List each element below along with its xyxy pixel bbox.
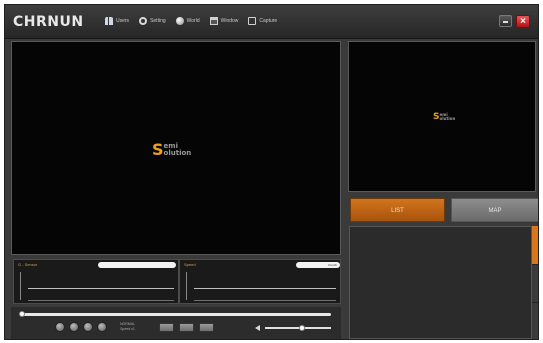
side-tab-2[interactable] xyxy=(532,264,538,302)
brand-line-2: olution xyxy=(163,149,192,157)
window-icon xyxy=(209,17,218,25)
g-sensor-label: G - Sensor xyxy=(18,262,38,267)
speed-line xyxy=(194,288,336,289)
progress-bar[interactable] xyxy=(19,311,331,317)
progress-knob[interactable] xyxy=(19,311,25,317)
application-window: CHRNUN Users Setting World Window Captur… xyxy=(4,4,539,340)
nav-world-label: World xyxy=(186,18,200,24)
nav-users[interactable]: Users xyxy=(105,17,129,25)
speed-indicator: NORMAL Speed x1 xyxy=(120,322,135,332)
speed-value-field: 0 km/h xyxy=(296,262,340,268)
nav-window[interactable]: Window xyxy=(209,17,239,25)
speed-line-2: Speed x1 xyxy=(120,327,135,331)
nav-setting-label: Setting xyxy=(150,18,166,24)
side-video-view[interactable]: S emi olution xyxy=(348,41,536,192)
side-tab-strip xyxy=(532,226,538,339)
brand-letter: S xyxy=(152,140,164,159)
side-brand-words: emi olution xyxy=(439,113,455,121)
nav-window-label: Window xyxy=(220,18,239,24)
side-tab-1[interactable] xyxy=(532,226,538,264)
nav-capture[interactable]: Capture xyxy=(248,17,277,25)
page-icon xyxy=(248,17,257,25)
nav-world[interactable]: World xyxy=(175,17,200,25)
view-mode-2-button[interactable] xyxy=(179,323,194,332)
pause-button[interactable] xyxy=(83,322,93,332)
window-controls: × xyxy=(499,15,530,28)
nav-capture-label: Capture xyxy=(259,18,278,24)
main-video-view[interactable]: S emi olution xyxy=(11,41,341,255)
volume-slider[interactable] xyxy=(265,325,331,331)
side-tab-3[interactable] xyxy=(532,302,538,339)
brand-logo: S emi olution xyxy=(152,140,191,159)
forward-button[interactable] xyxy=(97,322,107,332)
map-button[interactable]: MAP xyxy=(451,198,538,222)
view-mode-1-button[interactable] xyxy=(159,323,174,332)
g-sensor-axis xyxy=(20,272,21,300)
g-sensor-value-field xyxy=(98,262,176,268)
speed-graph: Speed 0 km/h xyxy=(179,259,341,304)
g-sensor-baseline xyxy=(28,300,174,301)
g-sensor-line xyxy=(28,288,174,289)
gear-icon xyxy=(139,17,148,25)
globe-icon xyxy=(175,17,184,25)
nav-users-label: Users xyxy=(116,18,130,24)
volume-knob[interactable] xyxy=(299,325,305,331)
list-button[interactable]: LIST xyxy=(350,198,445,222)
title-bar: CHRNUN Users Setting World Window Captur… xyxy=(5,5,538,39)
nav-setting[interactable]: Setting xyxy=(139,17,166,25)
view-mode-3-button[interactable] xyxy=(199,323,214,332)
speed-axis xyxy=(186,272,187,300)
rewind-button[interactable] xyxy=(55,322,65,332)
list-panel[interactable] xyxy=(349,226,532,339)
app-logo: CHRNUN xyxy=(13,14,84,30)
side-brand-logo: S emi olution xyxy=(433,112,455,122)
speed-label: Speed xyxy=(184,262,196,267)
minimize-button[interactable] xyxy=(499,15,512,27)
top-nav: Users Setting World Window Capture xyxy=(105,17,277,25)
side-brand-line-2: olution xyxy=(439,116,456,121)
users-icon xyxy=(105,17,113,25)
playback-controls: NORMAL Speed x1 xyxy=(11,307,341,339)
speed-baseline xyxy=(194,300,336,301)
play-button[interactable] xyxy=(69,322,79,332)
volume-icon xyxy=(255,325,260,331)
brand-words: emi olution xyxy=(164,143,192,157)
close-button[interactable]: × xyxy=(516,15,530,28)
g-sensor-graph: G - Sensor xyxy=(13,259,179,304)
